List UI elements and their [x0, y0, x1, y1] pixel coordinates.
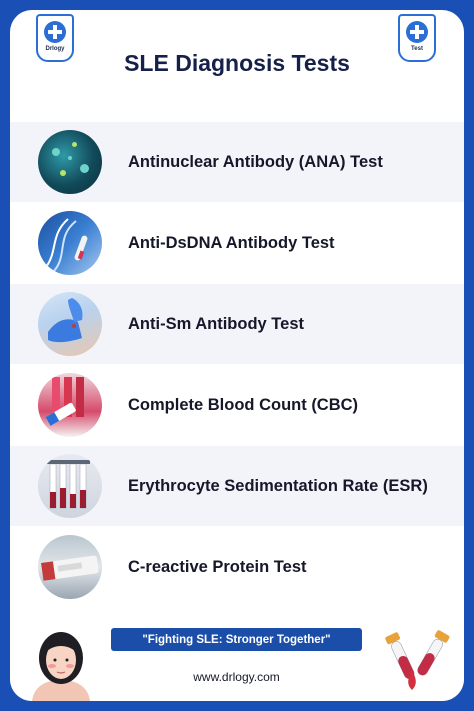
test-label: Antinuclear Antibody (ANA) Test	[128, 152, 383, 171]
blood-tubes-icon	[38, 373, 102, 437]
dna-helix-icon	[38, 211, 102, 275]
test-label: Erythrocyte Sedimentation Rate (ESR)	[128, 476, 428, 495]
list-item: Anti-Sm Antibody Test	[10, 284, 464, 365]
list-item: Erythrocyte Sedimentation Rate (ESR)	[10, 446, 464, 527]
blood-sample-tubes-illustration	[382, 626, 452, 698]
test-list: Antinuclear Antibody (ANA) Test Anti-DsD…	[10, 122, 464, 608]
footer: "Fighting SLE: Stronger Together" www.dr…	[10, 608, 464, 701]
list-item: Complete Blood Count (CBC)	[10, 365, 464, 446]
patient-illustration	[28, 630, 94, 701]
esr-tubes-icon	[38, 454, 102, 518]
page-title: SLE Diagnosis Tests	[124, 50, 350, 76]
test-label: C-reactive Protein Test	[128, 557, 307, 576]
test-logo-badge: Test	[398, 14, 436, 62]
test-label: Anti-Sm Antibody Test	[128, 314, 304, 333]
crp-tube-icon	[38, 535, 102, 599]
list-item: C-reactive Protein Test	[10, 527, 464, 608]
medical-cross-icon	[44, 21, 66, 43]
list-item: Anti-DsDNA Antibody Test	[10, 203, 464, 284]
infographic-card: Drlogy SLE Diagnosis Tests Test Antinucl…	[10, 10, 464, 701]
list-item: Antinuclear Antibody (ANA) Test	[10, 122, 464, 203]
slogan-banner: "Fighting SLE: Stronger Together"	[111, 628, 362, 651]
ana-cells-icon	[38, 130, 102, 194]
website-link[interactable]: www.drlogy.com	[111, 670, 362, 684]
right-badge-text: Test	[411, 46, 423, 52]
test-label: Complete Blood Count (CBC)	[128, 395, 359, 414]
test-label: Anti-DsDNA Antibody Test	[128, 233, 335, 252]
medical-cross-icon	[406, 21, 428, 43]
header: Drlogy SLE Diagnosis Tests Test	[10, 10, 464, 122]
gloved-hands-icon	[38, 292, 102, 356]
